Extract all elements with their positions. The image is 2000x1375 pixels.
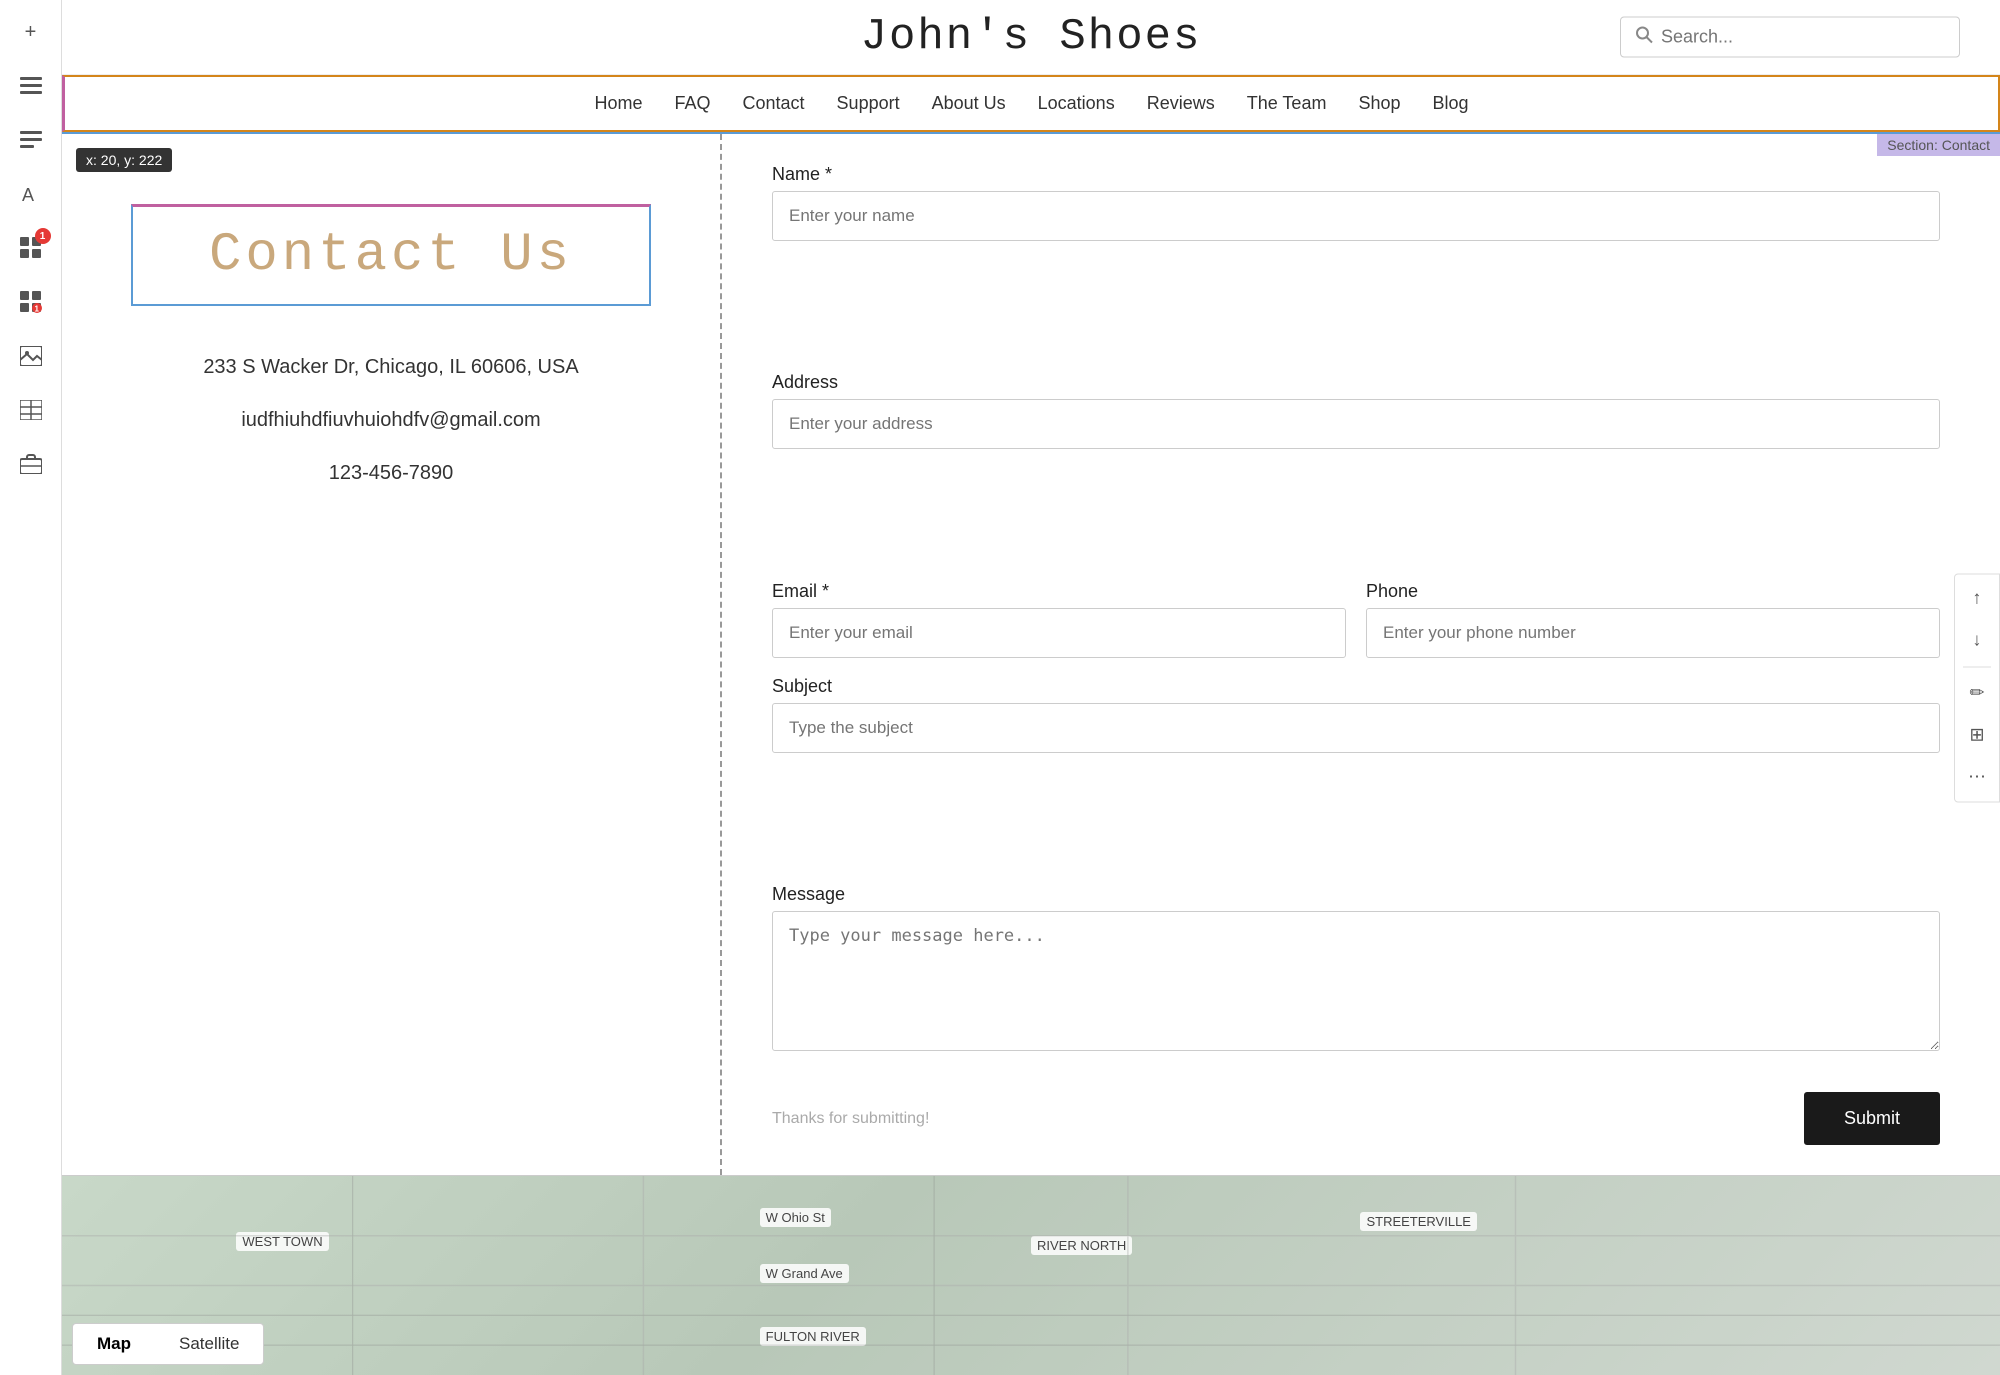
nav-locations[interactable]: Locations [1038,93,1115,114]
apps-icon[interactable]: 1 [15,232,47,264]
message-group: Message [772,884,1940,1074]
address-input[interactable] [772,399,1940,449]
nav-home[interactable]: Home [594,93,642,114]
search-bar[interactable] [1620,17,1960,58]
list-icon[interactable] [15,124,47,156]
more-button[interactable]: ⋯ [1961,761,1993,793]
left-sidebar: + A 1 [0,0,62,1375]
coordinate-tag: x: 20, y: 222 [76,148,172,172]
phone-group: Phone [1366,581,1940,658]
contact-form: Name * Address Email * Phone [722,134,2000,1175]
image-icon[interactable] [15,340,47,372]
email-phone-row: Email * Phone [772,581,1940,658]
contact-email: iudfhiuhdfiuvhuiohdfv@gmail.com [241,409,540,432]
contact-address: 233 S Wacker Dr, Chicago, IL 60606, USA [203,356,578,379]
plus-icon[interactable]: + [15,16,47,48]
nav-blog[interactable]: Blog [1433,93,1469,114]
scroll-down-button[interactable]: ↓ [1961,624,1993,656]
widgets-icon[interactable]: 1 [15,286,47,318]
message-input[interactable] [772,911,1940,1051]
scroll-up-button[interactable]: ↑ [1961,582,1993,614]
nav-the-team[interactable]: The Team [1247,93,1327,114]
subject-group: Subject [772,676,1940,866]
edit-button[interactable]: ✏ [1961,677,1993,709]
search-input[interactable] [1661,27,1945,48]
phone-label: Phone [1366,581,1940,602]
text-icon[interactable]: A [15,178,47,210]
email-group: Email * [772,581,1346,658]
nav-support[interactable]: Support [837,93,900,114]
badge-1: 1 [35,228,51,244]
nav-contact[interactable]: Contact [743,93,805,114]
map-tab-satellite[interactable]: Satellite [155,1324,263,1364]
map-content: WEST TOWN W Ohio St RIVER NORTH STREETER… [62,1176,2000,1375]
main-content: John's Shoes Home FAQ Contact Support Ab… [62,0,2000,1375]
site-title: John's Shoes [861,12,1202,62]
section-label: Section: Contact [1877,134,2000,156]
nav-reviews[interactable]: Reviews [1147,93,1215,114]
submit-button[interactable]: Submit [1804,1092,1940,1145]
menu-icon[interactable] [15,70,47,102]
contact-section: Section: Contact Column 1 x: 20, y: 222 … [62,132,2000,1175]
nav-bar: Home FAQ Contact Support About Us Locati… [65,77,1998,130]
contact-us-heading-wrapper: Contact Us [131,204,651,306]
svg-text:1: 1 [34,305,39,314]
address-group: Address [772,372,1940,562]
header: John's Shoes [62,0,2000,75]
search-icon [1635,26,1653,49]
nav-about-us[interactable]: About Us [932,93,1006,114]
left-column: x: 20, y: 222 Contact Us 233 S Wacker Dr… [62,134,722,1175]
table-icon[interactable] [15,394,47,426]
portfolio-icon[interactable] [15,448,47,480]
map-tab-map[interactable]: Map [73,1324,155,1364]
name-input[interactable] [772,191,1940,241]
map-area: WEST TOWN W Ohio St RIVER NORTH STREETER… [62,1175,2000,1375]
contact-info: 233 S Wacker Dr, Chicago, IL 60606, USA … [203,356,578,485]
nav-shop[interactable]: Shop [1358,93,1400,114]
divider [1963,666,1991,667]
subject-input[interactable] [772,703,1940,753]
thanks-text: Thanks for submitting! [772,1110,929,1128]
subject-label: Subject [772,676,1940,697]
phone-input[interactable] [1366,608,1940,658]
email-label: Email * [772,581,1346,602]
map-tabs: Map Satellite [72,1323,264,1365]
name-group: Name * [772,164,1940,354]
scroll-controls: ↑ ↓ ✏ ⊞ ⋯ [1954,573,2000,802]
message-label: Message [772,884,1940,905]
svg-text:A: A [22,185,34,205]
name-label: Name * [772,164,1940,185]
contact-us-heading: Contact Us [173,225,609,286]
email-input[interactable] [772,608,1346,658]
contact-phone: 123-456-7890 [329,462,454,485]
nav-bar-wrapper: Home FAQ Contact Support About Us Locati… [62,75,2000,132]
nav-faq[interactable]: FAQ [674,93,710,114]
address-label: Address [772,372,1940,393]
grid-button[interactable]: ⊞ [1961,719,1993,751]
